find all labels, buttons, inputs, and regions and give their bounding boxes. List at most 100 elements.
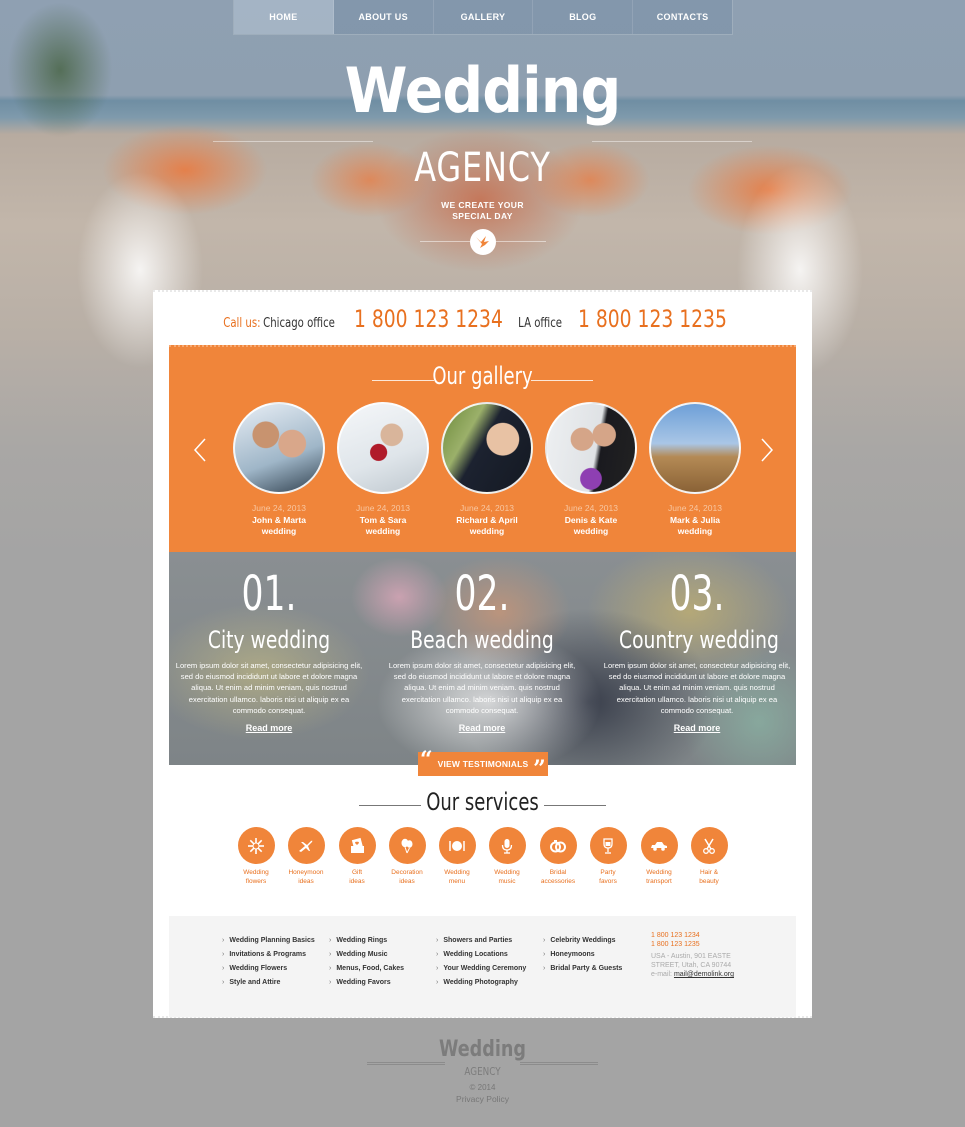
logo-title[interactable]: Wedding	[39, 60, 927, 122]
footer-link[interactable]: › Invitations & Programs	[222, 948, 315, 962]
feature-text: Lorem ipsum dolor sit amet, consectetur …	[388, 661, 576, 715]
gallery-item: June 24, 2013 Denis & Kate wedding	[539, 402, 643, 537]
email-label: e-mail:	[651, 971, 673, 978]
logo-divider-left	[213, 141, 373, 142]
gallery-item: June 24, 2013 John & Marta wedding	[227, 402, 331, 537]
view-testimonials-button[interactable]: “ VIEW TESTIMONIALS ”	[418, 747, 548, 780]
nav-blog[interactable]: BLOG	[533, 0, 634, 34]
feature-text: Lorem ipsum dolor sit amet, consectetur …	[175, 661, 363, 715]
chevron-right-icon: ›	[436, 979, 439, 986]
service-label: Bridal accessories	[540, 869, 576, 885]
feature-number: 03.	[669, 566, 725, 622]
gallery-date: June 24, 2013	[356, 503, 410, 513]
footer-link[interactable]: › Bridal Party & Guests	[543, 962, 622, 976]
service-wedding-menu[interactable]: Wedding menu	[432, 827, 482, 886]
gallery-section: Our gallery June 24, 2013 John & Marta we…	[169, 345, 796, 552]
chevron-right-icon: ›	[436, 965, 439, 972]
gallery-date: June 24, 2013	[564, 503, 618, 513]
footer-link[interactable]: › Honeymoons	[543, 948, 622, 962]
tagline: WE CREATE YOUR SPECIAL DAY	[0, 200, 965, 222]
chevron-right-icon: ›	[436, 951, 439, 958]
read-more-link[interactable]: Read more	[459, 723, 506, 733]
footer-privacy-wrap: Privacy Policy	[0, 1094, 965, 1104]
feature-item: 03. Country wedding Lorem ipsum dolor si…	[597, 552, 797, 736]
service-honeymoon-ideas[interactable]: Honeymoon ideas	[281, 827, 331, 886]
email-link[interactable]: mail@demolink.org	[674, 971, 734, 978]
call-us-label: Call us:	[222, 316, 261, 331]
read-more-link[interactable]: Read more	[674, 723, 721, 733]
chevron-right-icon: ›	[222, 979, 225, 986]
footer-link[interactable]: › Wedding Planning Basics	[222, 934, 315, 948]
gallery-title: Our gallery	[432, 362, 533, 390]
gallery-name[interactable]: Denis & Kate wedding	[539, 515, 643, 537]
gallery-next-button[interactable]	[756, 437, 776, 463]
nav-gallery[interactable]: GALLERY	[433, 0, 534, 34]
la-phone[interactable]: 1 800 123 1235	[578, 305, 727, 333]
service-label: Gift ideas	[349, 869, 365, 885]
microphone-icon	[501, 838, 513, 854]
gallery-date: June 24, 2013	[460, 503, 514, 513]
contact-phone-1[interactable]: 1 800 123 1234	[651, 931, 734, 940]
gallery-name[interactable]: John & Marta wedding	[227, 515, 331, 537]
gallery-photo[interactable]	[233, 402, 325, 494]
contact-phone-2[interactable]: 1 800 123 1235	[651, 940, 734, 949]
chicago-phone[interactable]: 1 800 123 1234	[354, 305, 503, 333]
gallery-name[interactable]: Mark & Julia wedding	[643, 515, 747, 537]
service-decoration-ideas[interactable]: Decoration ideas	[382, 827, 432, 886]
gallery-name[interactable]: Richard & April wedding	[435, 515, 539, 537]
gallery-photo[interactable]	[441, 402, 533, 494]
footer-link[interactable]: › Wedding Flowers	[222, 962, 315, 976]
flower-icon	[248, 837, 264, 854]
footer-links-column: › Wedding Planning Basics › Invitations & …	[222, 934, 315, 990]
chicago-office-label: Chicago office	[263, 316, 336, 331]
feature-title: Beach wedding	[410, 626, 554, 654]
gallery-photo[interactable]	[337, 402, 429, 494]
bird-icon	[476, 236, 489, 248]
service-gift-ideas[interactable]: Gift ideas	[332, 827, 382, 886]
footer-link[interactable]: › Style and Attire	[222, 976, 315, 990]
nav-about-us[interactable]: ABOUT US	[333, 0, 434, 34]
footer-link[interactable]: › Menus, Food, Cakes	[329, 962, 404, 976]
service-bridal-accessories[interactable]: Bridal accessories	[533, 827, 583, 886]
gallery-name[interactable]: Tom & Sara wedding	[331, 515, 435, 537]
footer-link[interactable]: › Your Wedding Ceremony	[436, 962, 526, 976]
service-wedding-flowers[interactable]: Wedding flowers	[231, 827, 281, 886]
gallery-photo[interactable]	[649, 402, 741, 494]
footer-link[interactable]: › Wedding Photography	[436, 976, 526, 990]
read-more-link[interactable]: Read more	[246, 723, 293, 733]
bird-badge	[470, 229, 496, 255]
service-wedding-music[interactable]: Wedding music	[482, 827, 532, 886]
feature-number: 02.	[454, 566, 510, 622]
chevron-right-icon	[761, 438, 774, 462]
footer-logo-subtitle: AGENCY	[464, 1065, 501, 1078]
service-label: Wedding menu	[444, 869, 470, 885]
chevron-right-icon: ›	[222, 937, 225, 944]
footer-link[interactable]: › Wedding Locations	[436, 948, 526, 962]
chevron-right-icon: ›	[329, 965, 332, 972]
service-label: Wedding music	[494, 869, 520, 885]
feature-text: Lorem ipsum dolor sit amet, consectetur …	[603, 661, 791, 715]
service-label: Wedding transport	[646, 869, 672, 885]
service-wedding-transport[interactable]: Wedding transport	[634, 827, 684, 886]
logo-divider-right	[592, 141, 752, 142]
service-party-favors[interactable]: Party favors	[583, 827, 633, 886]
footer-logo-title[interactable]: Wedding	[97, 1039, 869, 1061]
quote-open-icon: “	[420, 747, 433, 773]
gallery-photo[interactable]	[545, 402, 637, 494]
contact-info: 1 800 123 1234 1 800 123 1235 USA - Aust…	[651, 931, 734, 979]
footer-link[interactable]: › Wedding Rings	[329, 934, 404, 948]
nav-home[interactable]: HOME	[234, 0, 334, 34]
footer-link[interactable]: › Wedding Favors	[329, 976, 404, 990]
footer-link[interactable]: › Wedding Music	[329, 948, 404, 962]
privacy-policy-link[interactable]: Privacy Policy	[456, 1094, 509, 1104]
footer-link[interactable]: › Celebrity Weddings	[543, 934, 622, 948]
footer-links-column: › Showers and Parties › Wedding Locations …	[436, 934, 526, 990]
gallery-item: June 24, 2013 Richard & April wedding	[435, 402, 539, 537]
nav-contacts[interactable]: CONTACTS	[633, 0, 732, 34]
service-hair-beauty[interactable]: Hair & beauty	[684, 827, 734, 886]
footer-link[interactable]: › Showers and Parties	[436, 934, 526, 948]
balloons-icon	[401, 838, 413, 853]
wine-glass-icon	[603, 837, 613, 854]
services-title-line-right	[544, 805, 606, 806]
gallery-prev-button[interactable]	[191, 437, 211, 463]
